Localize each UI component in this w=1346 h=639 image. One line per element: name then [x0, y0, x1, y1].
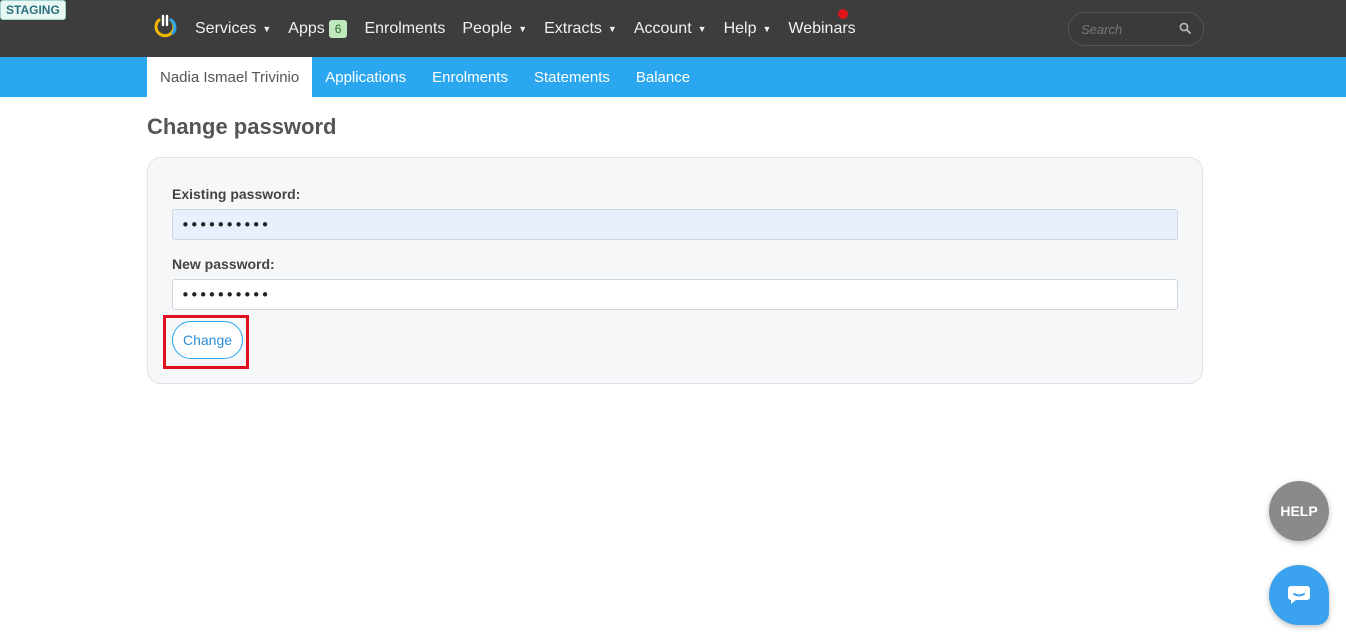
- nav-people-label: People: [462, 19, 513, 37]
- nav-account[interactable]: Account ▼: [634, 20, 707, 38]
- nav-apps[interactable]: Apps 6: [288, 19, 348, 38]
- chat-bubble-icon: [1288, 586, 1310, 604]
- chat-button[interactable]: [1269, 565, 1329, 625]
- notification-dot: [838, 9, 848, 19]
- nav-account-label: Account: [633, 19, 692, 37]
- nav-extracts[interactable]: Extracts ▼: [544, 20, 617, 38]
- nav-help-label: Help: [723, 19, 757, 37]
- existing-password-label: Existing password:: [172, 186, 301, 202]
- nav-enrolments-label: Enrolments: [364, 19, 446, 37]
- search-input[interactable]: [1079, 20, 1173, 38]
- tab-enrolments[interactable]: Enrolments: [419, 57, 521, 97]
- main-nav: Services ▼ Apps 6 Enrolments People ▼ Ex…: [195, 0, 873, 57]
- change-password-form: Existing password: New password: Change: [147, 157, 1203, 384]
- new-password-label: New password:: [172, 256, 275, 272]
- help-button[interactable]: HELP: [1269, 481, 1329, 541]
- sub-nav: Nadia Ismael Trivinio Applications Enrol…: [147, 57, 703, 97]
- nav-help[interactable]: Help ▼: [724, 20, 772, 38]
- tab-statements[interactable]: Statements: [521, 57, 623, 97]
- page-title: Change password: [147, 114, 337, 139]
- apps-count-badge: 6: [328, 19, 348, 38]
- nav-enrolments[interactable]: Enrolments: [364, 20, 445, 38]
- nav-apps-label: Apps: [288, 19, 325, 37]
- existing-password-field[interactable]: [172, 209, 1178, 240]
- caret-down-icon: ▼: [762, 23, 772, 34]
- search-icon[interactable]: [1179, 22, 1191, 34]
- caret-down-icon: ▼: [518, 23, 528, 34]
- staging-badge: STAGING: [0, 0, 66, 20]
- nav-services-label: Services: [195, 19, 257, 37]
- search-box: [1068, 12, 1204, 46]
- sub-navbar: Nadia Ismael Trivinio Applications Enrol…: [0, 57, 1346, 97]
- caret-down-icon: ▼: [262, 23, 272, 34]
- tab-balance[interactable]: Balance: [623, 57, 703, 97]
- caret-down-icon: ▼: [697, 23, 707, 34]
- nav-webinars-label: Webinars: [788, 19, 856, 37]
- caret-down-icon: ▼: [607, 23, 617, 34]
- nav-webinars[interactable]: Webinars: [788, 20, 855, 38]
- tab-applications[interactable]: Applications: [312, 57, 419, 97]
- top-navbar: Services ▼ Apps 6 Enrolments People ▼ Ex…: [0, 0, 1346, 57]
- tab-student-name[interactable]: Nadia Ismael Trivinio: [147, 57, 313, 97]
- nav-extracts-label: Extracts: [544, 19, 602, 37]
- nav-services[interactable]: Services ▼: [195, 20, 271, 38]
- change-button[interactable]: Change: [172, 321, 243, 359]
- new-password-field[interactable]: [172, 279, 1178, 310]
- nav-people[interactable]: People ▼: [462, 20, 527, 38]
- power-logo-icon[interactable]: [152, 14, 178, 40]
